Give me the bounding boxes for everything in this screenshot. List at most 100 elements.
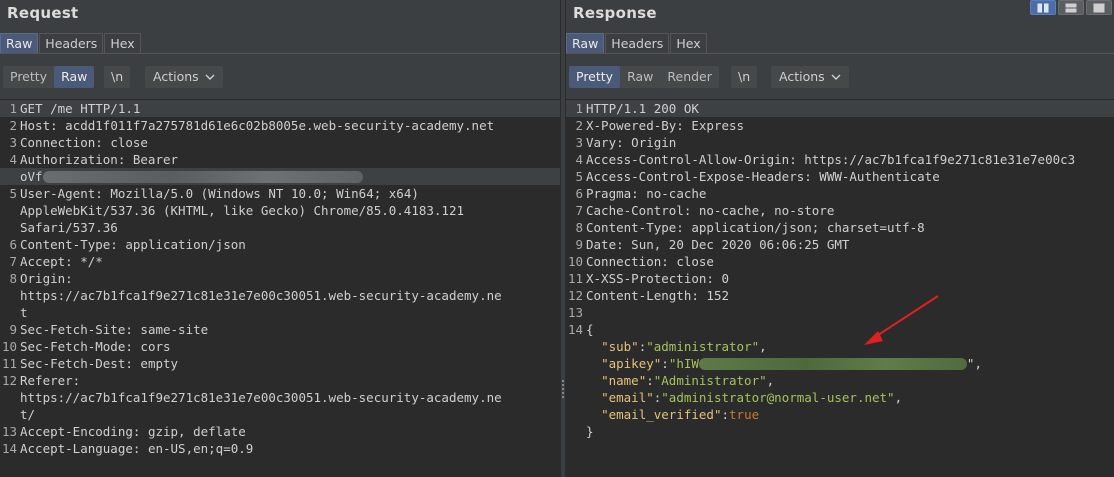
line-text: https://ac7b1fca1f9e271c81e31e7e00c30051…: [20, 287, 502, 304]
redacted-token: [42, 171, 363, 183]
columns-icon: [1037, 3, 1049, 12]
line-text: User-Agent: Mozilla/5.0 (Windows NT 10.0…: [20, 185, 419, 202]
line-number: 12: [567, 288, 583, 303]
layout-stacked-button[interactable]: [1058, 0, 1084, 15]
line-text: t: [20, 304, 28, 321]
json-closing-brace: }: [586, 424, 594, 439]
line-number: 2: [575, 118, 583, 133]
code-line: 4 Authorization: Bearer: [0, 151, 560, 168]
line-text: Connection: close: [20, 134, 148, 151]
line-number: 10: [567, 254, 583, 269]
header-name: User-Agent:: [20, 186, 103, 201]
code-line: 5 User-Agent: Mozilla/5.0 (Windows NT 10.…: [0, 185, 560, 202]
line-content: HTTP/1.1 200 OK: [586, 101, 699, 116]
response-pretty-button[interactable]: Pretty: [569, 66, 621, 88]
header-value: Origin: [623, 135, 677, 150]
response-actions-label: Actions: [779, 69, 825, 84]
header-name: Accept-Encoding:: [20, 424, 141, 439]
line-text: GET /me HTTP/1.1: [20, 100, 140, 117]
response-editor[interactable]: 1 HTTP/1.1 200 OK 2 X-Powered-By: Express 3 V…: [566, 99, 1114, 477]
header-name: Content-Length:: [586, 288, 699, 303]
single-pane-icon: [1093, 3, 1105, 12]
request-newline-button[interactable]: \n: [104, 66, 131, 88]
line-text: Safari/537.36: [20, 219, 118, 236]
header-value: t: [20, 305, 28, 320]
request-actions-label: Actions: [153, 69, 199, 84]
layout-single-button[interactable]: [1086, 0, 1112, 15]
code-line: 9 Date: Sun, 20 Dec 2020 06:06:25 GMT: [566, 236, 1114, 253]
request-raw-button[interactable]: Raw: [54, 66, 95, 88]
line-text: AppleWebKit/537.36 (KHTML, like Gecko) C…: [20, 202, 464, 219]
code-line: 10 Sec-Fetch-Mode: cors: [0, 338, 560, 355]
header-value: */*: [72, 254, 103, 269]
response-newline-button[interactable]: \n: [731, 66, 758, 88]
json-suffix: ,: [894, 390, 903, 405]
line-content: GET /me HTTP/1.1: [20, 101, 141, 116]
header-value: application/json; charset=utf-8: [683, 220, 925, 235]
request-editor[interactable]: 1 GET /me HTTP/1.1 2 Host: acdd1f011f7a2757…: [0, 99, 560, 477]
code-line: 9 Sec-Fetch-Site: same-site: [0, 321, 560, 338]
response-actions-dropdown[interactable]: Actions: [771, 66, 849, 88]
json-suffix: ,: [766, 373, 775, 388]
request-pretty-button[interactable]: Pretty: [3, 66, 54, 88]
line-number: 11: [1, 356, 17, 371]
line-text: oVf: [20, 168, 363, 185]
header-name: Connection:: [20, 135, 103, 150]
json-line: "sub":"administrator",: [566, 338, 1114, 355]
header-name: Sec-Fetch-Mode:: [20, 339, 133, 354]
json-value: "administrator@normal-user.net": [661, 390, 895, 405]
response-render-button[interactable]: Render: [660, 66, 719, 88]
header-value: WWW-Authenticate: [811, 169, 940, 184]
rows-icon: [1065, 3, 1077, 12]
header-value: https://ac7b1fca1f9e271c81e31e7e00c3: [796, 152, 1076, 167]
line-number: 6: [9, 237, 17, 252]
line-text: Pragma: no-cache: [586, 185, 706, 202]
line-text: Date: Sun, 20 Dec 2020 06:06:25 GMT: [586, 236, 849, 253]
line-text: Sec-Fetch-Mode: cors: [20, 338, 171, 355]
header-value: application/json: [117, 237, 246, 252]
line-text: Referer:: [20, 372, 80, 389]
header-value: empty: [132, 356, 179, 371]
header-value: no-cache: [638, 186, 707, 201]
json-suffix: ,: [759, 339, 767, 354]
request-tab-headers[interactable]: Headers: [39, 33, 104, 54]
code-line: 2 X-Powered-By: Express: [566, 117, 1114, 134]
code-line: 1 HTTP/1.1 200 OK: [566, 100, 1114, 117]
line-number: [566, 389, 586, 406]
request-tab-hex[interactable]: Hex: [104, 33, 141, 54]
header-name: Authorization:: [20, 152, 126, 167]
header-value: https://ac7b1fca1f9e271c81e31e7e00c30051…: [20, 288, 502, 303]
line-number: 5: [9, 186, 17, 201]
code-line: 2 Host: acdd1f011f7a275781d61e6c02b8005e.…: [0, 117, 560, 134]
line-text: https://ac7b1fca1f9e271c81e31e7e00c30051…: [20, 389, 502, 406]
code-line: 8 Content-Type: application/json; charset…: [566, 219, 1114, 236]
header-name: Sec-Fetch-Site:: [20, 322, 133, 337]
request-tab-raw[interactable]: Raw: [0, 33, 39, 54]
json-line: "email_verified":true: [566, 406, 1114, 423]
code-line: 5 Access-Control-Expose-Headers: WWW-Auth…: [566, 168, 1114, 185]
header-value: cors: [132, 339, 171, 354]
line-number: 1: [9, 101, 17, 116]
header-name: Access-Control-Expose-Headers:: [586, 169, 812, 184]
header-value: Bearer: [125, 152, 179, 167]
line-number: 3: [575, 135, 583, 150]
header-name: Origin:: [20, 271, 73, 286]
line-number: 5: [575, 169, 583, 184]
response-tab-raw[interactable]: Raw: [566, 33, 605, 54]
header-value: Sun, 20 Dec 2020 06:06:25 GMT: [623, 237, 850, 252]
layout-side-by-side-button[interactable]: [1030, 0, 1056, 15]
code-line: 14 Accept-Language: en-US,en;q=0.9: [0, 440, 560, 457]
response-raw-button[interactable]: Raw: [620, 66, 660, 88]
request-actions-dropdown[interactable]: Actions: [145, 66, 223, 88]
code-line: 6 Pragma: no-cache: [566, 185, 1114, 202]
line-number: [566, 355, 586, 372]
header-value: acdd1f011f7a275781d61e6c02b8005e.web-sec…: [57, 118, 495, 133]
response-tab-headers[interactable]: Headers: [605, 33, 670, 54]
json-value: "Administrator": [653, 373, 767, 388]
code-line: 12 Content-Length: 152: [566, 287, 1114, 304]
chevron-down-icon: [831, 74, 841, 80]
json-suffix: ",: [966, 356, 982, 371]
response-tab-hex[interactable]: Hex: [670, 33, 707, 54]
header-name: X-Powered-By:: [586, 118, 684, 133]
line-text: Accept-Language: en-US,en;q=0.9: [20, 440, 253, 457]
